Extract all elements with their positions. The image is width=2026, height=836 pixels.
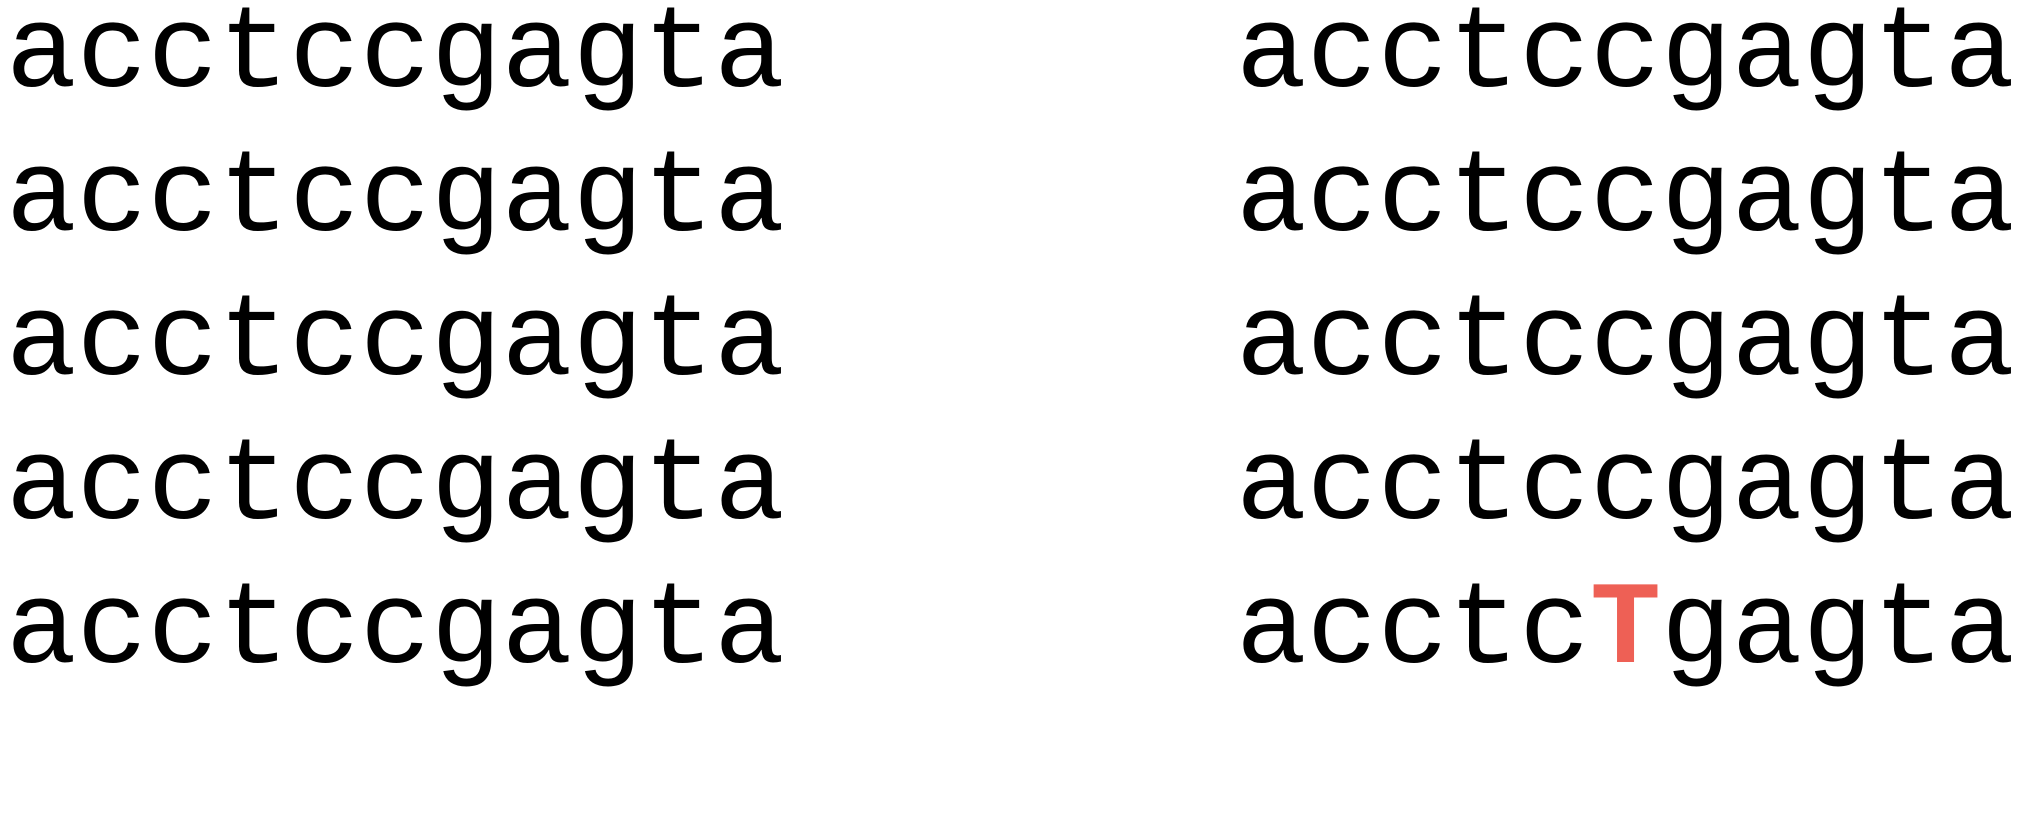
sequence-row: acctccgagta: [6, 133, 785, 266]
sequence-row: acctccgagta: [1236, 0, 2015, 122]
sequence-row: acctccgagta: [6, 565, 785, 698]
sequence-row: acctccgagta: [1236, 277, 2015, 410]
sequence-prefix: acctc: [1236, 565, 1591, 698]
sequence-row: acctccgagta: [6, 421, 785, 554]
mutation-highlight: T: [1590, 565, 1661, 698]
sequence-row: acctccgagta: [1236, 421, 2015, 554]
sequence-row: acctccgagta: [6, 277, 785, 410]
sequence-row: acctccgagta: [1236, 133, 2015, 266]
sequence-row: acctccgagta: [6, 0, 785, 122]
mutated-sequence-row: acctcTgagta: [1236, 573, 2015, 691]
sequence-suffix: gagta: [1660, 565, 2015, 698]
